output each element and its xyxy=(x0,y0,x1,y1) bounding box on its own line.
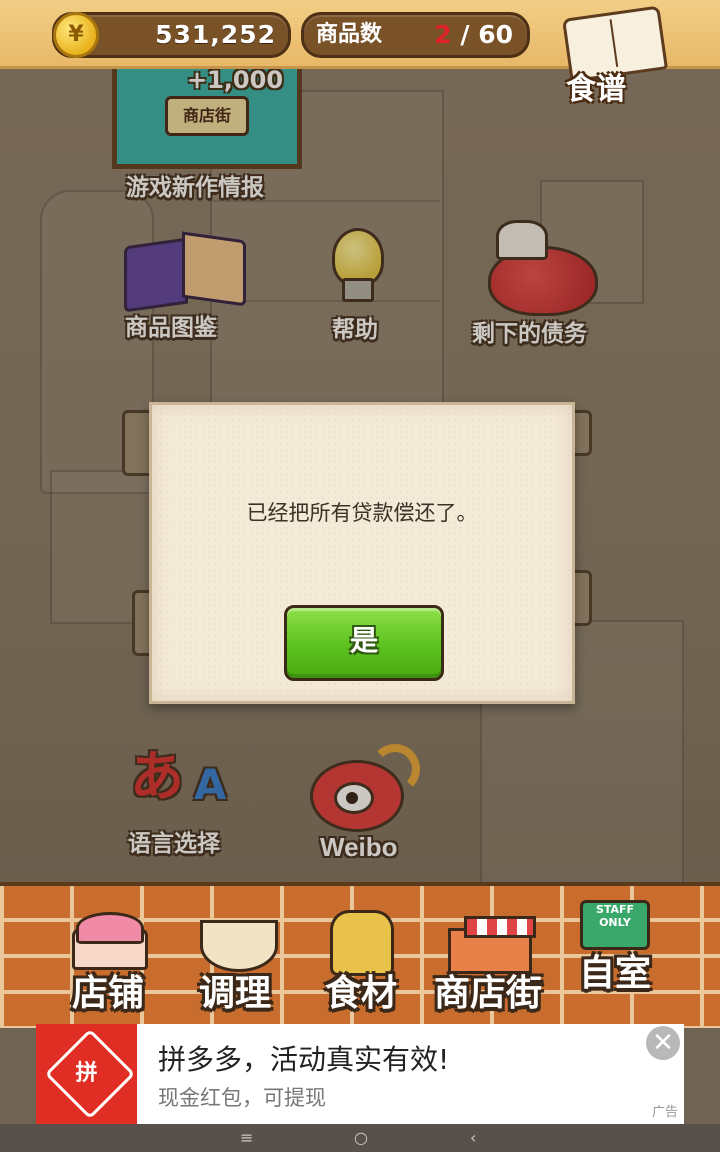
ad-logo-text: 拼 xyxy=(75,1061,98,1086)
yes-button-label: 是 xyxy=(349,624,378,657)
recipe-label: 食谱 xyxy=(566,72,626,107)
system-nav-bar: ≡ ○ ‹ xyxy=(0,1124,720,1152)
nav-ingredients-label: 食材 xyxy=(324,973,397,1014)
goods-label: 商品数 xyxy=(316,22,383,47)
nav-shop-label: 店铺 xyxy=(71,973,144,1014)
ad-subtitle: 现金红包，可提现 xyxy=(158,1086,326,1110)
nav-my-room[interactable]: STAFF ONLY 自室 xyxy=(562,894,668,1020)
cake-top xyxy=(76,912,144,944)
nav-shopping-street[interactable]: 商店街 xyxy=(420,894,556,1020)
ad-close-icon[interactable]: ✕ xyxy=(646,1026,680,1060)
nav-cooking-label: 调理 xyxy=(198,973,271,1014)
dialog-message: 已经把所有贷款偿还了。 xyxy=(246,501,478,525)
confirm-dialog: 已经把所有贷款偿还了。 是 xyxy=(149,402,575,704)
coin-counter: ¥ 531,252 xyxy=(52,12,291,58)
goods-separator: / xyxy=(460,20,470,49)
goods-counter: 商品数 2 / 60 xyxy=(301,12,530,58)
staff-only-sign-icon: STAFF ONLY xyxy=(580,900,650,950)
nav-shop[interactable]: 店铺 xyxy=(52,894,164,1020)
recipe-button[interactable]: 食谱 xyxy=(558,5,668,107)
yen-coin-icon: ¥ xyxy=(53,12,99,58)
goods-max: 60 xyxy=(478,20,513,49)
menu-icon[interactable]: ≡ xyxy=(240,1124,253,1152)
shop-awning xyxy=(464,916,536,938)
goods-count: 2 / 60 xyxy=(434,15,513,55)
home-icon[interactable]: ○ xyxy=(354,1124,368,1152)
pinduoduo-logo-icon: 拼 xyxy=(36,1024,137,1124)
nav-cooking[interactable]: 调理 xyxy=(176,894,294,1020)
bottom-nav: 店铺 调理 食材 商店街 STAFF ONLY 自室 xyxy=(0,882,720,1028)
nav-my-room-label: 自室 xyxy=(578,953,651,994)
nav-ingredients[interactable]: 食材 xyxy=(308,894,414,1020)
ad-banner[interactable]: 拼 拼多多，活动真实有效! 现金红包，可提现 ✕ 广告 xyxy=(36,1024,684,1124)
back-icon[interactable]: ‹ xyxy=(470,1124,476,1152)
coin-value: 531,252 xyxy=(155,20,276,49)
nav-shopping-street-label: 商店街 xyxy=(433,973,542,1014)
ad-tag: 广告 xyxy=(651,1105,678,1120)
goods-current: 2 xyxy=(434,20,452,49)
ad-title: 拼多多，活动真实有效! xyxy=(158,1043,450,1076)
yes-button[interactable]: 是 xyxy=(284,605,444,681)
